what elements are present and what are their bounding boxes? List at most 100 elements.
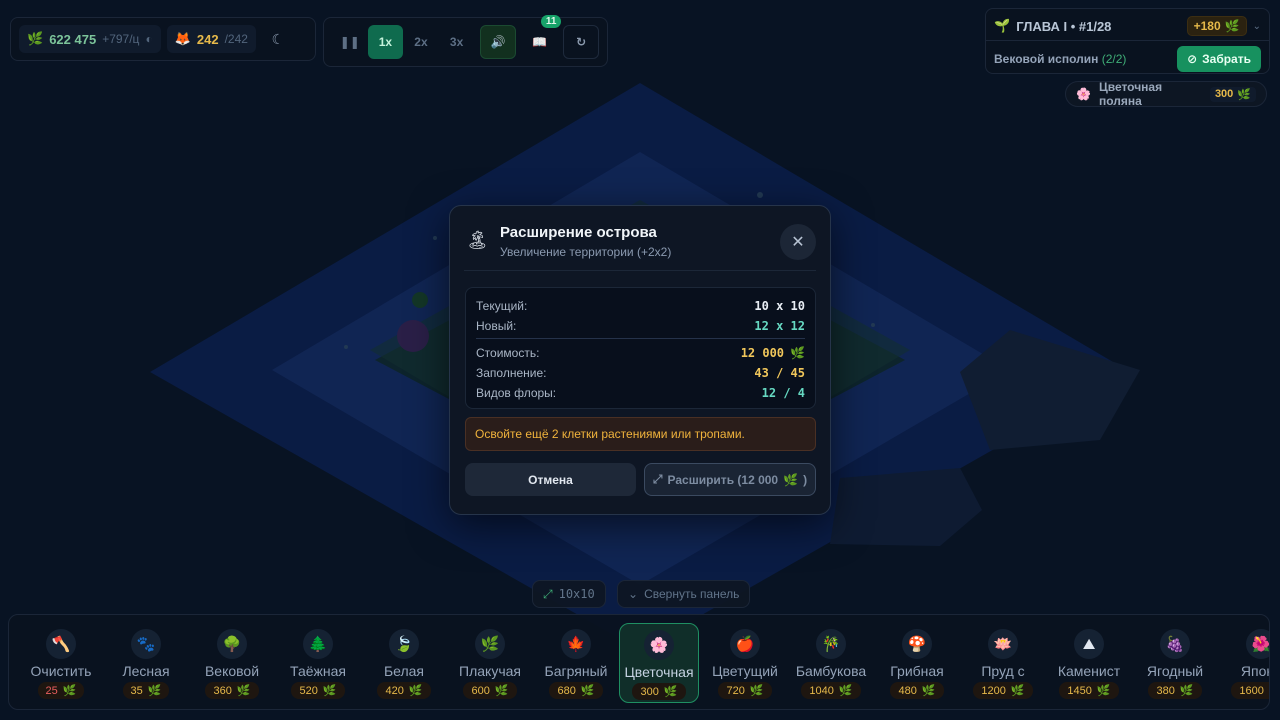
tool-price-value: 1200 [981, 684, 1006, 697]
claim-label: Забрать [1202, 52, 1251, 66]
leaf-icon: 🌿 [663, 686, 678, 698]
tool-name: Ягодный [1146, 663, 1204, 679]
stat-value: 43 / 45 [754, 366, 805, 380]
stat-label: Стоимость: [476, 346, 540, 360]
tool-price: 1450 🌿 [1059, 682, 1119, 699]
pause-button[interactable]: ❚❚ [332, 25, 368, 59]
tree-icon: 🌳 [217, 629, 247, 659]
tool-price-value: 520 [299, 684, 318, 697]
leaf-icon: 🌿 [1237, 88, 1251, 101]
quest-progress: (2/2) [1101, 52, 1127, 66]
tool-price-value: 380 [1156, 684, 1175, 697]
expand-label-close: ) [803, 472, 808, 487]
tool-price: 300 🌿 [632, 683, 686, 700]
map-size-button[interactable]: ⤢ 10x10 [532, 580, 606, 608]
tool-price: 720 🌿 [718, 682, 772, 699]
selected-plant-chip: 🌸 Цветочная поляна 300 🌿 [1065, 80, 1267, 108]
tool-item[interactable]: 🌳 Вековой 360 🌿 [192, 623, 272, 703]
tool-price: 480 🌿 [890, 682, 944, 699]
flower-icon: 🌸 [644, 630, 674, 660]
tool-price-value: 680 [557, 684, 576, 697]
restart-button[interactable]: ↻ [563, 25, 599, 59]
tool-name: Плакучая [459, 663, 521, 679]
stat-cost: Стоимость: 12 000 🌿 [476, 343, 805, 363]
chevron-down-icon[interactable]: ⌄ [1253, 21, 1261, 32]
tool-item[interactable]: 🐾 Лесная 35 🌿 [106, 623, 186, 703]
collapse-panel-button[interactable]: ⌄ Свернуть панель [617, 580, 751, 608]
stat-label: Заполнение: [476, 366, 547, 380]
berry-icon: 🍇 [1160, 629, 1190, 659]
tool-name: Таёжная [290, 663, 346, 679]
tool-price-value: 420 [385, 684, 404, 697]
tool-name: Лесная [122, 663, 170, 679]
tool-price: 520 🌿 [291, 682, 345, 699]
claim-button[interactable]: ⊘ Забрать [1177, 46, 1261, 72]
tool-item[interactable]: 🌸 Цветочная 300 🌿 [619, 623, 699, 703]
tool-item[interactable]: 🪓 Очистить 25 🌿 [21, 623, 101, 703]
creatures-value: 242 [196, 31, 219, 47]
stat-label: Текущий: [476, 299, 528, 313]
selected-plant-name: Цветочная поляна [1098, 80, 1163, 108]
tool-item[interactable]: 🎋 Бамбукова 1040 🌿 [791, 623, 871, 703]
expand-arrows-icon: ⤢ [543, 586, 553, 601]
tool-price: 1600 🌿 [1231, 682, 1270, 699]
tool-item[interactable]: 🪷 Пруд с 1200 🌿 [963, 623, 1043, 703]
stat-current: Текущий: 10 x 10 [476, 296, 805, 316]
selected-plant-cost-value: 300 [1214, 87, 1234, 100]
tool-name: Грибная [890, 663, 944, 679]
leaf-icon: 🌿 [27, 31, 44, 46]
willow-icon: 🌿 [475, 629, 505, 659]
cancel-button[interactable]: Отмена [465, 463, 636, 496]
flower-icon: 🌸 [1076, 87, 1091, 101]
tool-item[interactable]: 🍇 Ягодный 380 🌿 [1135, 623, 1215, 703]
tool-item[interactable]: 🍄 Грибная 480 🌿 [877, 623, 957, 703]
tool-price: 680 🌿 [549, 682, 603, 699]
expand-button[interactable]: ⤢ Расширить (12 000 🌿 ) [644, 463, 816, 496]
sprout-icon: 🌱 [994, 18, 1011, 33]
plant-toolbar: 🪓 Очистить 25 🌿 🐾 Лесная 35 🌿 🌳 Вековой 360 🌿 🌲 Таёжн… [8, 614, 1270, 710]
paw-icon: 🐾 [131, 629, 161, 659]
tool-item[interactable]: 🌲 Таёжная 520 🌿 [278, 623, 358, 703]
speed-2x-button[interactable]: 2x [403, 25, 439, 59]
leaves-rate: +797/ц [102, 32, 140, 46]
expansion-stats: Текущий: 10 x 10 Новый: 12 x 12 Стоимост… [465, 287, 816, 409]
leaf-icon: 🌿 [1224, 19, 1240, 33]
tool-price: 420 🌿 [377, 682, 431, 699]
tool-name: Японс [1240, 663, 1269, 679]
apple-icon: 🍎 [730, 629, 760, 659]
tool-item[interactable]: 🌺 Японс 1600 🌿 [1221, 623, 1270, 703]
leaf-icon: 🌿 [1269, 684, 1270, 697]
speed-1x-button[interactable]: 1x [367, 25, 404, 59]
tool-price-value: 35 [130, 684, 143, 697]
night-mode-button[interactable]: ☾ [262, 25, 294, 53]
tool-price-value: 600 [471, 684, 490, 697]
mushroom-icon: 🍄 [902, 629, 932, 659]
close-button[interactable]: ✕ [780, 224, 816, 260]
tool-item[interactable]: 🌿 Плакучая 600 🌿 [450, 623, 530, 703]
tool-item[interactable]: 🍃 Белая 420 🌿 [364, 623, 444, 703]
tool-item[interactable]: ⛰ Каменист 1450 🌿 [1049, 623, 1129, 703]
dialog-title: Расширение острова [500, 224, 657, 241]
journal-button[interactable]: 📖 11 [522, 15, 562, 59]
speed-3x-button[interactable]: 3x [439, 25, 475, 59]
tool-item[interactable]: 🍎 Цветущий 720 🌿 [705, 623, 785, 703]
tool-name: Вековой [204, 663, 260, 679]
refresh-icon: ↻ [576, 35, 587, 49]
selected-plant-cost: 300 🌿 [1209, 86, 1256, 102]
expand-island-dialog: 🏝 Расширение острова Увеличение территор… [449, 205, 831, 515]
axe-icon: 🪓 [46, 629, 76, 659]
reward-value: +180 [1193, 19, 1221, 33]
stat-value: 12 000 🌿 [741, 346, 805, 360]
tool-name: Белая [383, 663, 425, 679]
leaf-icon: 🌿 [790, 346, 805, 360]
pine-icon: 🌲 [303, 629, 333, 659]
expand-label: Расширить (12 000 [667, 472, 779, 487]
leaves-counter: 🌿 622 475 +797/ц ◐ [19, 25, 161, 53]
leaf-icon: 🌿 [580, 685, 595, 697]
tool-price-value: 360 [213, 684, 232, 697]
tool-item[interactable]: 🍁 Багряный 680 🌿 [536, 623, 616, 703]
resources-panel: 🌿 622 475 +797/ц ◐ 🦊 242 /242 ☾ [10, 17, 316, 61]
leaf-icon: 🍃 [389, 629, 419, 659]
island-icon: 🏝 [466, 230, 489, 250]
sound-button[interactable]: 🔊 [480, 25, 516, 59]
